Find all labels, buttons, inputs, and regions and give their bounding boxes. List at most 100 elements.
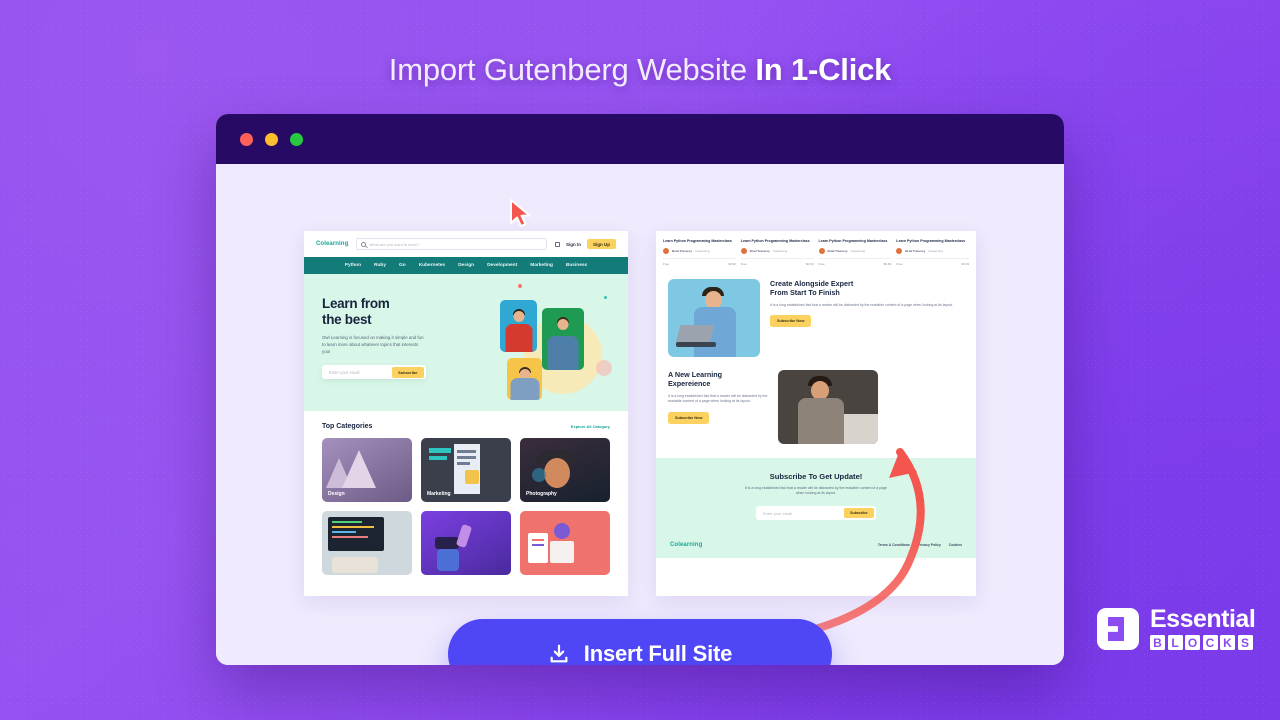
expert-title-line2: From Start To Finish — [770, 288, 840, 298]
category-art — [554, 523, 570, 539]
menu-item[interactable]: Marketing — [530, 263, 553, 268]
hero-subscribe-form[interactable]: Enter your email Subscribe — [322, 365, 426, 380]
search-input[interactable]: What are you want to learn? — [356, 238, 547, 250]
site-logo[interactable]: Colearning — [316, 241, 348, 247]
insert-full-site-button[interactable]: Insert Full Site — [448, 619, 832, 665]
menu-item[interactable]: Ruby — [374, 263, 386, 268]
category-art — [437, 549, 459, 571]
course-brand: Colearning — [928, 248, 943, 253]
menu-item[interactable]: Python — [345, 263, 361, 268]
footer-link[interactable]: Cookies — [949, 543, 962, 547]
minimize-icon[interactable] — [265, 132, 278, 146]
category-card[interactable] — [421, 511, 511, 575]
sign-in-button[interactable]: Sign In — [566, 242, 581, 247]
learning-paragraph: It is a long established fact that a rea… — [668, 393, 768, 404]
page-title-light: Import Gutenberg Website — [388, 52, 756, 87]
footer-link[interactable]: Privacy Policy — [918, 543, 941, 547]
categories-grid: Design Marketing Photography — [322, 438, 610, 575]
subscribe-submit-button[interactable]: Subscribe — [844, 508, 874, 519]
course-author-row: Brad Traversy Colearning — [740, 247, 814, 254]
hero-photo-1 — [500, 300, 537, 352]
category-art — [332, 526, 374, 528]
course-title: Learn Python Programming Masterclass — [740, 239, 810, 243]
category-card[interactable] — [322, 511, 412, 575]
avatar — [663, 247, 669, 254]
subscribe-section: Subscribe To Get Update! It is a long es… — [656, 457, 976, 537]
browser-content: Colearning What are you want to learn? S… — [216, 164, 1064, 665]
brand-name-blocks: B L O C K S — [1150, 635, 1255, 650]
course-card[interactable]: Learn Python Programming Masterclass Bra… — [896, 239, 969, 266]
menu-item[interactable]: Development — [487, 263, 517, 268]
category-art — [457, 462, 470, 465]
category-card[interactable]: Photography — [520, 438, 610, 502]
category-art — [332, 521, 362, 523]
brand-letter: K — [1220, 635, 1235, 650]
course-meta: Free $0.99 — [663, 257, 736, 266]
navbar-actions: Sign In Sign Up — [555, 239, 616, 249]
brand-letter: S — [1237, 635, 1253, 650]
category-label: Marketing — [427, 491, 451, 497]
browser-titlebar — [216, 114, 1064, 164]
laptop-icon — [675, 324, 715, 343]
category-art — [532, 539, 544, 541]
category-art — [532, 468, 546, 482]
cart-icon[interactable] — [555, 241, 560, 247]
learning-section: A New Learning Expereience It is a long … — [656, 356, 976, 444]
course-card[interactable]: Learn Python Programming Masterclass Bra… — [663, 239, 736, 266]
hero-paragraph: Owl Learning is focused on making it sim… — [322, 334, 424, 354]
category-label: Design — [328, 491, 345, 497]
hero-heading-line1: Learn from — [322, 296, 390, 311]
site-footer: Colearning Terms & Conditions Privacy Po… — [656, 536, 976, 559]
top-categories-section: Top Categories Explore All Category Desi… — [304, 411, 628, 575]
course-author: Brad Traversy — [827, 248, 848, 253]
category-art — [457, 450, 476, 453]
explore-all-categories-link[interactable]: Explore All Category — [571, 424, 610, 429]
course-meta: Free $0.99 — [818, 257, 892, 266]
site-category-menu: Python Ruby Go Kubernetes Design Develop… — [304, 257, 628, 274]
close-icon[interactable] — [240, 132, 253, 146]
hero-section: Learn from the best Owl Learning is focu… — [304, 274, 628, 411]
category-card[interactable]: Design — [322, 438, 412, 502]
site-navbar: Colearning What are you want to learn? S… — [304, 231, 628, 257]
expert-title-line1: Create Alongside Expert — [770, 278, 854, 288]
expert-text: Create Alongside Expert From Start To Fi… — [770, 278, 953, 328]
subscribe-form[interactable]: Enter your email Subscribe — [756, 506, 876, 521]
photo-head — [513, 311, 524, 322]
course-meta: Free $0.99 — [896, 257, 969, 266]
course-card[interactable]: Learn Python Programming Masterclass Bra… — [818, 239, 892, 266]
learning-text: A New Learning Expereience It is a long … — [668, 370, 768, 424]
menu-item[interactable]: Kubernetes — [419, 263, 445, 268]
subscribe-title: Subscribe To Get Update! — [769, 471, 863, 481]
mouse-cursor-icon — [510, 199, 531, 227]
essential-blocks-wordmark: Essential B L O C K S — [1150, 607, 1256, 650]
download-icon — [548, 643, 570, 665]
website-preview-left[interactable]: Colearning What are you want to learn? S… — [304, 231, 628, 596]
learning-subscribe-button[interactable]: Subscribe Now — [668, 411, 710, 424]
expert-subscribe-button[interactable]: Subscribe Now — [770, 315, 812, 328]
menu-item[interactable]: Business — [566, 263, 587, 268]
category-art — [429, 448, 451, 453]
maximize-icon[interactable] — [290, 132, 303, 146]
category-art — [532, 544, 544, 546]
laptop-base — [676, 341, 716, 347]
category-card[interactable] — [520, 511, 610, 575]
category-card[interactable]: Marketing — [421, 438, 511, 502]
course-card[interactable]: Learn Python Programming Masterclass Bra… — [740, 239, 814, 266]
menu-item[interactable]: Go — [399, 263, 406, 268]
sign-up-button[interactable]: Sign Up — [587, 239, 616, 249]
hero-subscribe-button[interactable]: Subscribe — [392, 366, 424, 378]
footer-logo[interactable]: Colearning — [670, 542, 702, 548]
course-price: $0.99 — [805, 261, 814, 266]
brand-letter: O — [1185, 635, 1200, 650]
footer-link[interactable]: Terms & Conditions — [878, 543, 910, 547]
page-title-bold: In 1-Click — [755, 52, 892, 87]
deco-dot — [596, 360, 612, 376]
course-brand: Colearning — [695, 248, 710, 253]
menu-item[interactable]: Design — [458, 263, 474, 268]
hero-email-placeholder: Enter your email — [329, 369, 360, 375]
essential-blocks-mark-icon — [1097, 608, 1139, 650]
learning-title: A New Learning Expereience — [668, 370, 768, 389]
course-author: Brad Traversy — [672, 248, 693, 253]
learning-title-line2: Expereience — [668, 379, 711, 389]
website-preview-right[interactable]: Learn Python Programming Masterclass Bra… — [656, 231, 976, 596]
